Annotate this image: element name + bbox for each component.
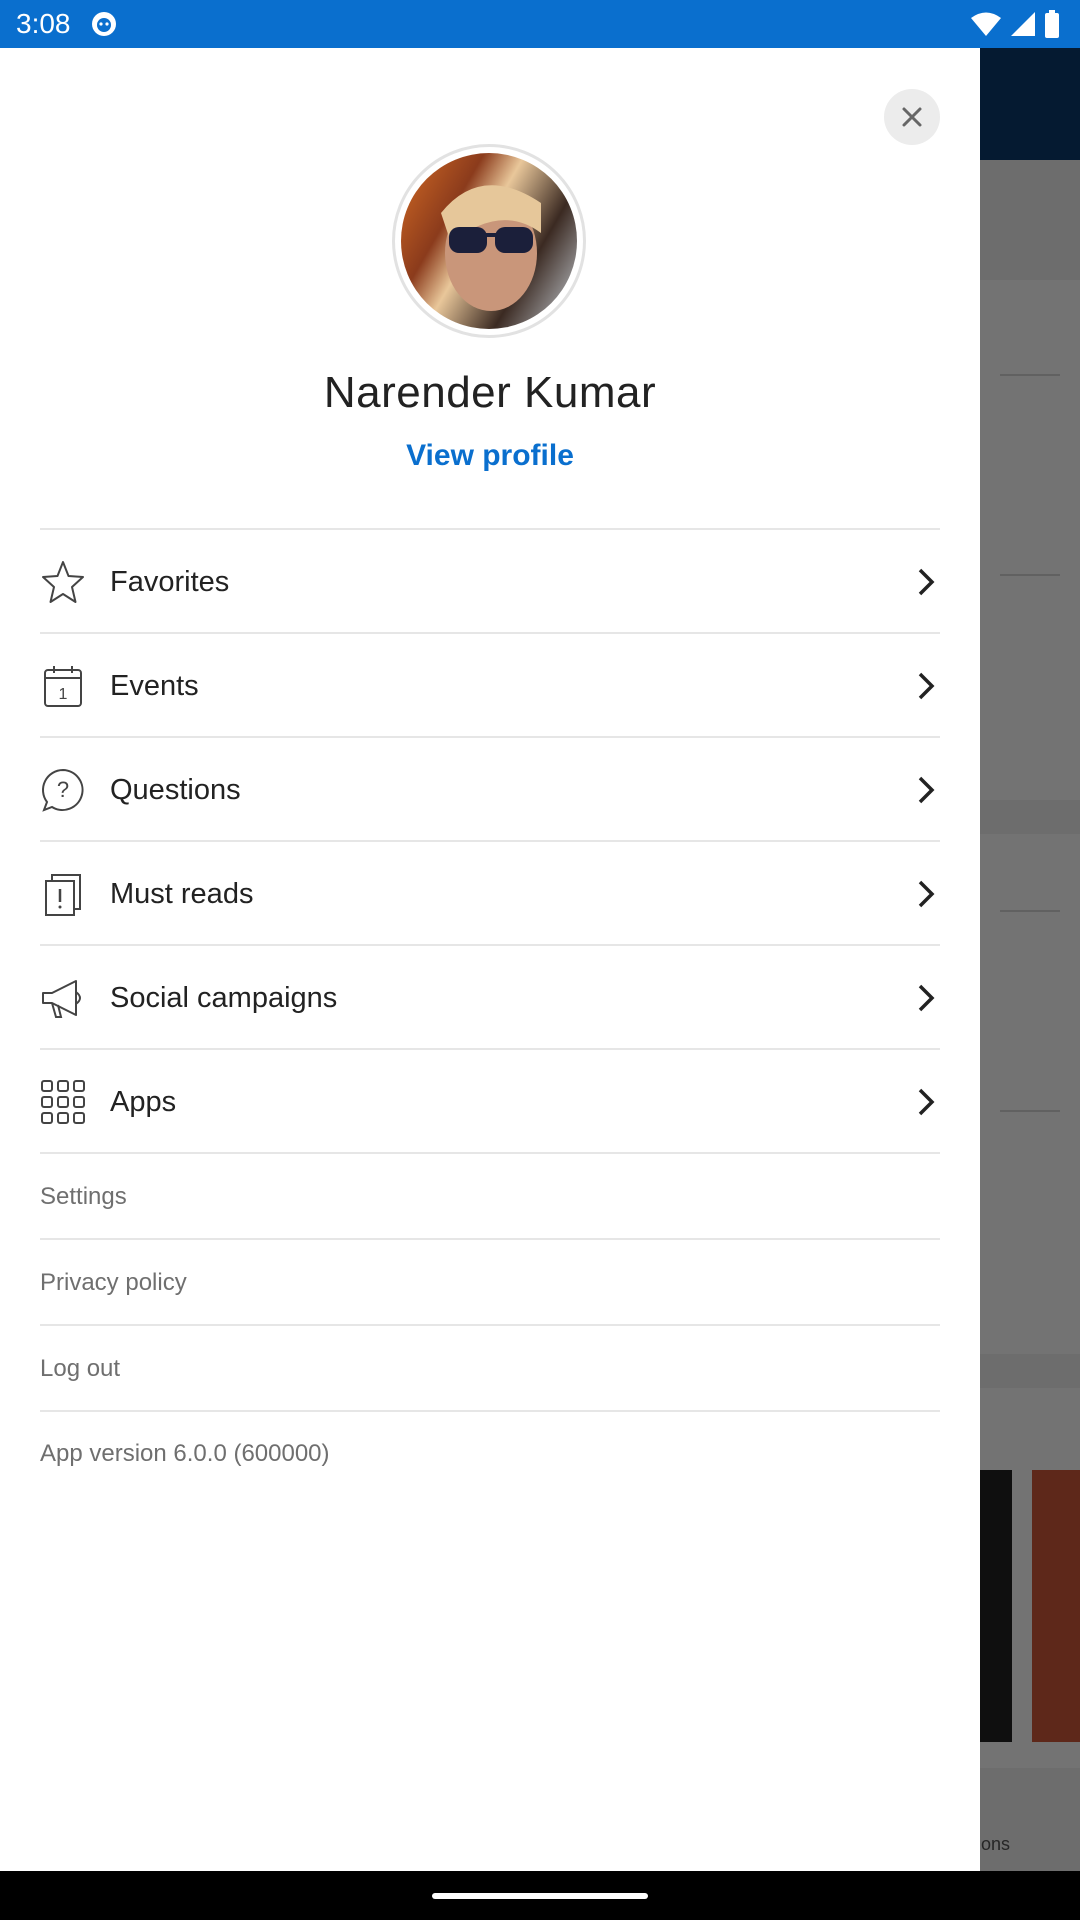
battery-icon: [1045, 10, 1059, 38]
menu-item-label: Questions: [110, 773, 241, 806]
megaphone-icon: [40, 975, 86, 1021]
question-bubble-icon: ?: [40, 767, 86, 813]
menu-item-favorites[interactable]: Favorites: [40, 530, 940, 634]
home-gesture-handle[interactable]: [432, 1893, 648, 1899]
cell-signal-icon: [1011, 12, 1035, 36]
close-button[interactable]: [884, 89, 940, 145]
divider: [40, 1410, 940, 1412]
must-read-icon: [40, 871, 86, 917]
view-profile-link[interactable]: View profile: [0, 439, 980, 473]
app-notification-icon: [92, 12, 116, 36]
chevron-right-icon: [912, 1086, 940, 1118]
chevron-right-icon: [912, 878, 940, 910]
chevron-right-icon: [912, 982, 940, 1014]
wifi-icon: [971, 12, 1001, 36]
chevron-right-icon: [912, 774, 940, 806]
svg-text:1: 1: [59, 686, 68, 703]
svg-text:?: ?: [57, 777, 69, 802]
chevron-right-icon: [912, 566, 940, 598]
menu-item-label: Events: [110, 669, 199, 702]
menu-item-label: Social campaigns: [110, 981, 338, 1014]
avatar[interactable]: [392, 144, 586, 338]
star-icon: [40, 559, 86, 605]
chevron-right-icon: [912, 670, 940, 702]
navigation-drawer: Narender Kumar View profile Favorites 1 …: [0, 48, 980, 1871]
log-out-link[interactable]: Log out: [40, 1326, 940, 1412]
menu-item-label: Must reads: [110, 877, 254, 910]
menu-item-questions[interactable]: ? Questions: [40, 738, 940, 842]
menu-item-label: Favorites: [110, 565, 230, 598]
menu-item-must-reads[interactable]: Must reads: [40, 842, 940, 946]
status-icons: [970, 10, 1060, 38]
calendar-icon: 1: [40, 663, 86, 709]
status-time: 3:08: [16, 8, 71, 39]
apps-grid-icon: [40, 1079, 86, 1125]
system-nav-bar: [0, 1871, 1080, 1920]
status-bar: 3:08: [0, 0, 1080, 48]
menu-item-social-campaigns[interactable]: Social campaigns: [40, 946, 940, 1050]
app-version: App version 6.0.0 (600000): [40, 1440, 330, 1467]
privacy-policy-link[interactable]: Privacy policy: [40, 1240, 940, 1326]
menu-item-apps[interactable]: Apps: [40, 1050, 940, 1154]
avatar-photo: [441, 185, 541, 311]
user-name: Narender Kumar: [323, 368, 657, 417]
menu-item-label: Apps: [110, 1085, 177, 1118]
menu-item-events[interactable]: 1 Events: [40, 634, 940, 738]
close-icon: [902, 107, 922, 127]
avatar-image: [401, 153, 577, 329]
settings-link[interactable]: Settings: [40, 1154, 940, 1240]
